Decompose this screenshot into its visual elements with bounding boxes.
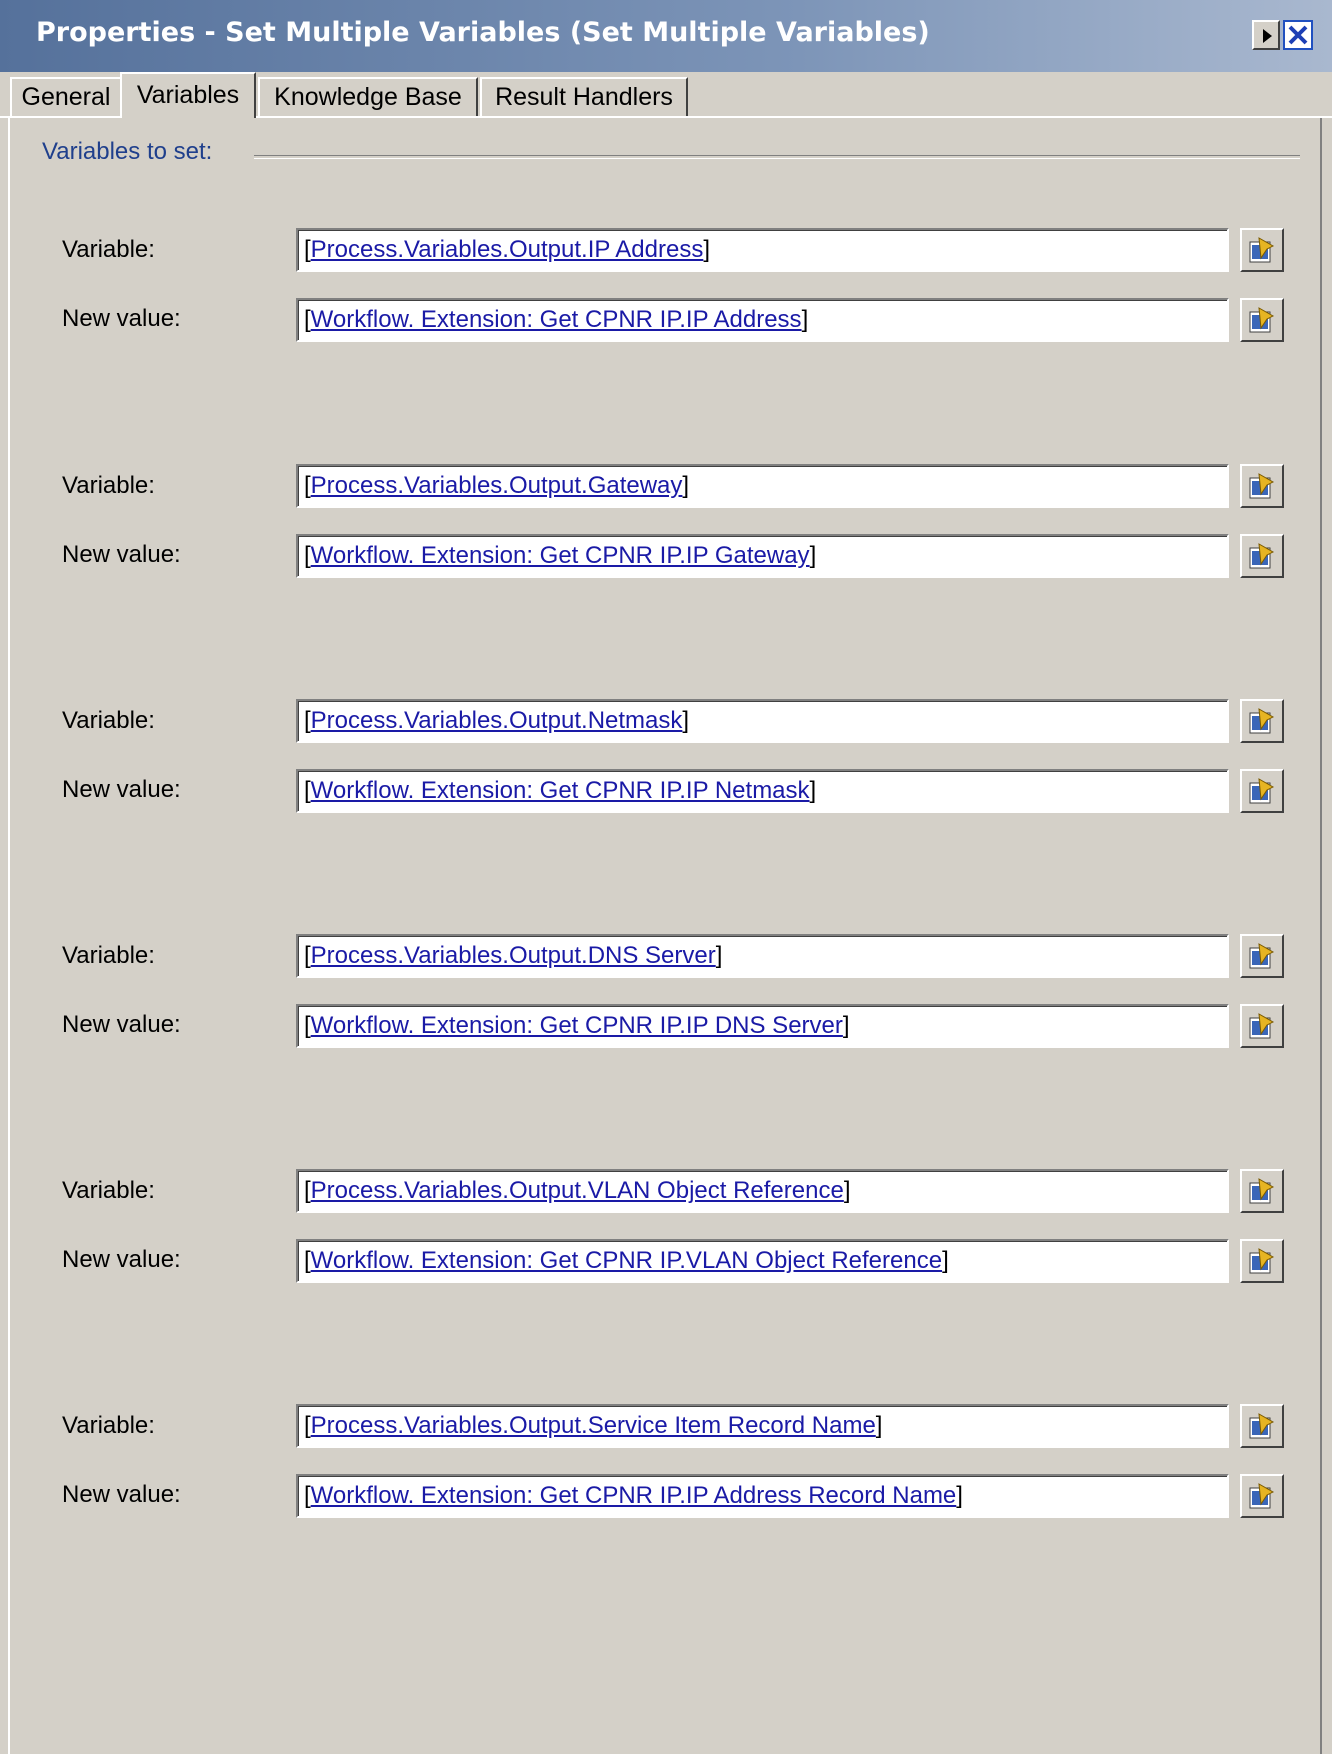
variable-field[interactable]: [Process.Variables.Output.VLAN Object Re… [296,1169,1229,1213]
new-value-field[interactable]: [Workflow. Extension: Get CPNR IP.IP Add… [296,1474,1229,1518]
browse-reference-icon[interactable] [1240,228,1284,272]
browse-reference-icon[interactable] [1240,699,1284,743]
variable-label: Variable: [62,707,155,734]
variable-link[interactable]: Process.Variables.Output.IP Address [311,236,704,263]
variable-link[interactable]: Process.Variables.Output.DNS Server [311,942,716,969]
variable-link[interactable]: Process.Variables.Output.VLAN Object Ref… [311,1177,844,1204]
browse-reference-icon[interactable] [1240,298,1284,342]
variable-label: Variable: [62,942,155,969]
variable-link[interactable]: Process.Variables.Output.Netmask [311,707,683,734]
variable-label: Variable: [62,472,155,499]
new-value-link[interactable]: Workflow. Extension: Get CPNR IP.IP Addr… [311,306,802,333]
tab-variables[interactable]: Variables [120,72,256,118]
section-divider [254,155,1300,159]
browse-reference-icon[interactable] [1240,769,1284,813]
variable-link[interactable]: Process.Variables.Output.Gateway [311,472,683,499]
variable-label: Variable: [62,1412,155,1439]
new-value-link[interactable]: Workflow. Extension: Get CPNR IP.IP Addr… [311,1482,957,1509]
new-value-field[interactable]: [Workflow. Extension: Get CPNR IP.IP Gat… [296,534,1229,578]
new-value-label: New value: [62,541,181,568]
panel-border-right [1320,118,1322,1754]
browse-reference-icon[interactable] [1240,534,1284,578]
variables-panel: Variables to set: Variable: [Process.Var… [10,118,1310,1754]
new-value-label: New value: [62,776,181,803]
variable-field[interactable]: [Process.Variables.Output.Service Item R… [296,1404,1229,1448]
window-title: Properties - Set Multiple Variables (Set… [36,17,930,48]
new-value-link[interactable]: Workflow. Extension: Get CPNR IP.IP Netm… [311,777,810,804]
close-icon[interactable] [1283,20,1313,50]
new-value-link[interactable]: Workflow. Extension: Get CPNR IP.IP DNS … [311,1012,843,1039]
variable-field[interactable]: [Process.Variables.Output.Netmask] [296,699,1229,743]
new-value-label: New value: [62,1481,181,1508]
browse-reference-icon[interactable] [1240,934,1284,978]
new-value-link[interactable]: Workflow. Extension: Get CPNR IP.IP Gate… [311,542,810,569]
variable-field[interactable]: [Process.Variables.Output.Gateway] [296,464,1229,508]
variable-link[interactable]: Process.Variables.Output.Service Item Re… [311,1412,876,1439]
browse-reference-icon[interactable] [1240,1004,1284,1048]
new-value-field[interactable]: [Workflow. Extension: Get CPNR IP.IP Net… [296,769,1229,813]
new-value-label: New value: [62,1011,181,1038]
browse-reference-icon[interactable] [1240,1239,1284,1283]
variable-field[interactable]: [Process.Variables.Output.DNS Server] [296,934,1229,978]
new-value-field[interactable]: [Workflow. Extension: Get CPNR IP.IP Add… [296,298,1229,342]
tab-result-handlers[interactable]: Result Handlers [480,77,688,118]
play-arrow-icon[interactable] [1252,20,1280,50]
title-bar: Properties - Set Multiple Variables (Set… [0,0,1332,72]
variable-field[interactable]: [Process.Variables.Output.IP Address] [296,228,1229,272]
properties-window: Properties - Set Multiple Variables (Set… [0,0,1332,1754]
tab-knowledge-base[interactable]: Knowledge Base [258,77,478,118]
tab-general[interactable]: General [10,77,122,118]
new-value-label: New value: [62,305,181,332]
new-value-field[interactable]: [Workflow. Extension: Get CPNR IP.VLAN O… [296,1239,1229,1283]
section-label: Variables to set: [42,138,213,165]
browse-reference-icon[interactable] [1240,1169,1284,1213]
browse-reference-icon[interactable] [1240,464,1284,508]
new-value-label: New value: [62,1246,181,1273]
variable-label: Variable: [62,236,155,263]
new-value-link[interactable]: Workflow. Extension: Get CPNR IP.VLAN Ob… [311,1247,942,1274]
new-value-field[interactable]: [Workflow. Extension: Get CPNR IP.IP DNS… [296,1004,1229,1048]
browse-reference-icon[interactable] [1240,1404,1284,1448]
tab-strip: General Variables Knowledge Base Result … [0,72,1332,118]
browse-reference-icon[interactable] [1240,1474,1284,1518]
variable-label: Variable: [62,1177,155,1204]
